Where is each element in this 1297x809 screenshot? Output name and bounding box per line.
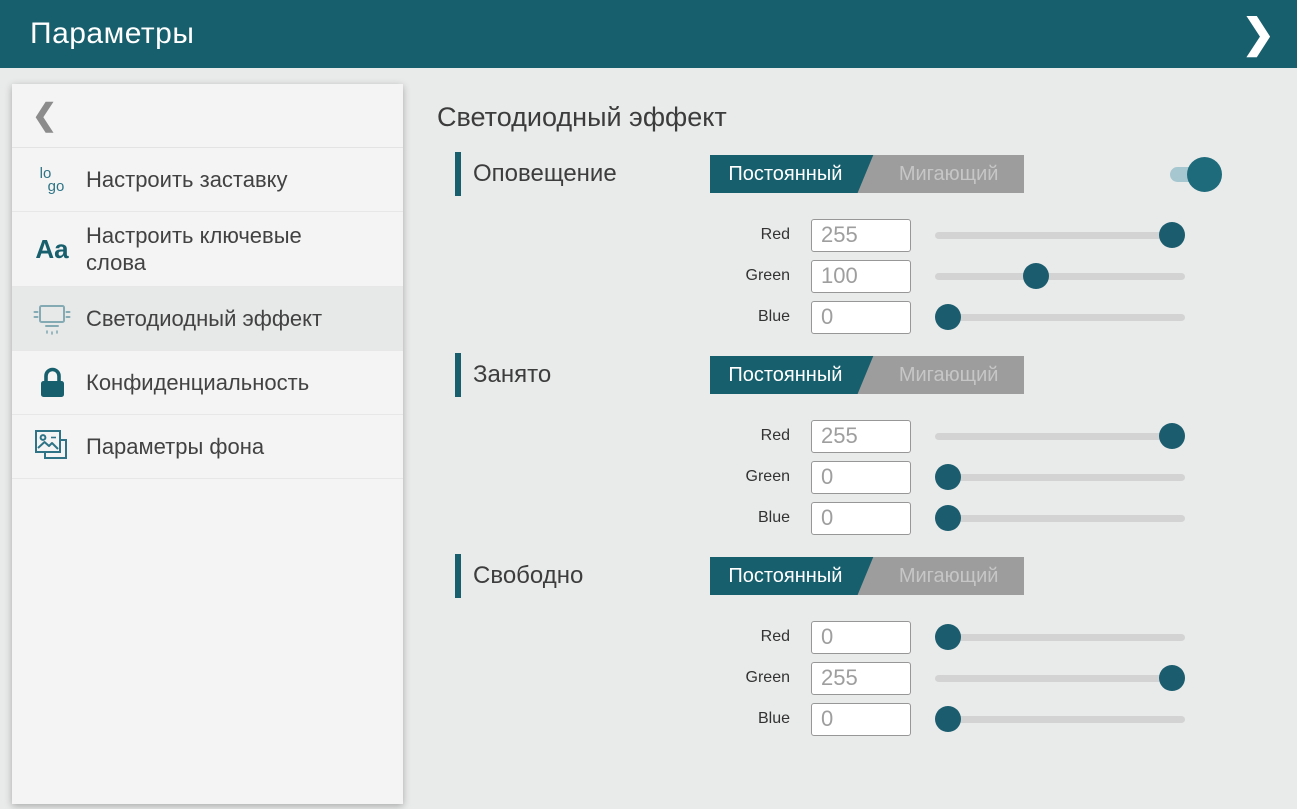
app-header: Параметры ❯ [0, 0, 1297, 68]
red-slider[interactable] [935, 620, 1185, 654]
rgb-row-blue: Blue [455, 501, 1222, 535]
green-slider[interactable] [935, 661, 1185, 695]
rgb-row-red: Red [455, 620, 1222, 654]
section-accent-bar [455, 152, 461, 196]
green-slider[interactable] [935, 259, 1185, 293]
segment-constant[interactable]: Постоянный [710, 557, 861, 595]
rgb-label: Red [455, 628, 790, 646]
blue-value-input[interactable] [811, 502, 911, 535]
red-value-input[interactable] [811, 219, 911, 252]
sidebar-item-background[interactable]: Параметры фона [12, 415, 403, 479]
rgb-label: Red [455, 226, 790, 244]
green-slider[interactable] [935, 460, 1185, 494]
segment-constant[interactable]: Постоянный [710, 155, 861, 193]
red-value-input[interactable] [811, 420, 911, 453]
page-title: Параметры [30, 17, 194, 51]
slider-thumb[interactable] [1159, 423, 1185, 449]
red-slider[interactable] [935, 419, 1185, 453]
slider-thumb[interactable] [935, 464, 961, 490]
mode-segmented-control[interactable]: Постоянный Мигающий [710, 557, 1024, 595]
rgb-label: Green [455, 468, 790, 486]
sidebar-item-label: Параметры фона [86, 433, 264, 460]
rgb-label: Green [455, 669, 790, 687]
slider-thumb[interactable] [1023, 263, 1049, 289]
slider-track [935, 675, 1185, 682]
section-title: Свободно [473, 562, 710, 590]
chevron-left-icon: ❮ [32, 98, 57, 133]
blue-slider[interactable] [935, 300, 1185, 334]
slider-track [935, 273, 1185, 280]
mode-segmented-control[interactable]: Постоянный Мигающий [710, 356, 1024, 394]
rgb-row-red: Red [455, 419, 1222, 453]
settings-sidebar: ❮ lo go Настроить заставку Aa Настроить … [12, 84, 403, 804]
slider-track [935, 232, 1185, 239]
led-effect-panel: Светодиодный эффект Оповещение Постоянны… [403, 68, 1297, 809]
slider-track [935, 515, 1185, 522]
red-value-input[interactable] [811, 621, 911, 654]
rgb-row-green: Green [455, 460, 1222, 494]
blue-value-input[interactable] [811, 703, 911, 736]
text-style-icon: Aa [30, 234, 74, 265]
rgb-row-green: Green [455, 259, 1222, 293]
section-accent-bar [455, 554, 461, 598]
rgb-label: Blue [455, 710, 790, 728]
background-image-icon [30, 427, 74, 467]
toggle-knob [1187, 157, 1222, 192]
sidebar-item-label: Настроить заставку [86, 166, 288, 193]
sidebar-item-label: Настроить ключевые слова [86, 222, 326, 276]
back-button[interactable]: ❮ [12, 84, 403, 148]
section-notification: Оповещение Постоянный Мигающий Red [455, 152, 1222, 334]
sidebar-item-privacy[interactable]: Конфиденциальность [12, 351, 403, 415]
slider-thumb[interactable] [935, 706, 961, 732]
slider-track [935, 716, 1185, 723]
logo-icon: lo go [30, 167, 74, 193]
rgb-label: Red [455, 427, 790, 445]
slider-thumb[interactable] [935, 505, 961, 531]
rgb-row-green: Green [455, 661, 1222, 695]
blue-slider[interactable] [935, 702, 1185, 736]
slider-thumb[interactable] [935, 624, 961, 650]
red-slider[interactable] [935, 218, 1185, 252]
chevron-right-icon[interactable]: ❯ [1241, 0, 1275, 68]
section-accent-bar [455, 353, 461, 397]
slider-track [935, 314, 1185, 321]
slider-thumb[interactable] [935, 304, 961, 330]
slider-thumb[interactable] [1159, 222, 1185, 248]
rgb-label: Blue [455, 308, 790, 326]
segment-blinking[interactable]: Мигающий [873, 155, 1024, 193]
sidebar-item-label: Светодиодный эффект [86, 305, 322, 332]
led-display-icon [30, 302, 74, 336]
sidebar-item-keywords[interactable]: Aa Настроить ключевые слова [12, 212, 403, 287]
panel-title: Светодиодный эффект [437, 102, 1222, 133]
section-title: Занято [473, 361, 710, 389]
slider-track [935, 474, 1185, 481]
rgb-label: Blue [455, 509, 790, 527]
blue-value-input[interactable] [811, 301, 911, 334]
blue-slider[interactable] [935, 501, 1185, 535]
green-value-input[interactable] [811, 260, 911, 293]
section-busy: Занято Постоянный Мигающий Red Green [455, 353, 1222, 535]
rgb-row-blue: Blue [455, 702, 1222, 736]
sidebar-item-label: Конфиденциальность [86, 369, 309, 396]
rgb-row-red: Red [455, 218, 1222, 252]
rgb-label: Green [455, 267, 790, 285]
green-value-input[interactable] [811, 461, 911, 494]
slider-track [935, 433, 1185, 440]
sidebar-item-led-effect[interactable]: Светодиодный эффект [12, 287, 403, 351]
rgb-row-blue: Blue [455, 300, 1222, 334]
slider-track [935, 634, 1185, 641]
segment-blinking[interactable]: Мигающий [873, 356, 1024, 394]
segment-constant[interactable]: Постоянный [710, 356, 861, 394]
mode-segmented-control[interactable]: Постоянный Мигающий [710, 155, 1024, 193]
segment-blinking[interactable]: Мигающий [873, 557, 1024, 595]
lock-icon [30, 366, 74, 400]
green-value-input[interactable] [811, 662, 911, 695]
led-enable-toggle[interactable] [1170, 155, 1222, 193]
sidebar-item-screensaver[interactable]: lo go Настроить заставку [12, 148, 403, 212]
slider-thumb[interactable] [1159, 665, 1185, 691]
section-free: Свободно Постоянный Мигающий Red Green [455, 554, 1222, 736]
section-title: Оповещение [473, 160, 710, 188]
